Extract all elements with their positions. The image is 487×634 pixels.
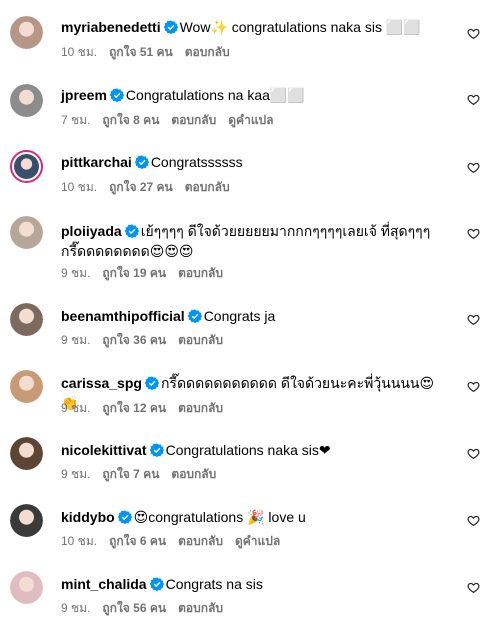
comment-body: Congratulations na kaa⬜⬜ [125,87,305,103]
reply-button[interactable]: ตอบกลับ [185,180,230,194]
reply-button[interactable]: ตอบกลับ [178,601,223,615]
comment-meta: 9 ชม. ถูกใจ 12 คน ตอบกลับ [61,400,235,416]
comment-text: mint_chalida Congrats na sis [61,574,451,594]
verified-badge-icon [163,20,178,34]
comment-body: Congrats ja [203,308,276,324]
like-heart-icon[interactable] [467,380,480,393]
comment-time: 9 ชม. [61,467,91,481]
comment-time: 10 ชม. [61,534,98,548]
like-heart-icon[interactable] [467,447,480,460]
comment-text: pittkarchai Congratssssss [61,152,451,172]
likes-count[interactable]: ถูกใจ 6 คน [109,534,166,548]
comment-text: beenamthipofficial Congrats ja [61,306,451,326]
reply-button[interactable]: ตอบกลับ [178,333,223,347]
verified-badge-icon [187,309,202,323]
verified-badge-icon [144,376,159,390]
comment-time: 10 ชม. [61,45,98,59]
comment-username[interactable]: mint_chalida [61,576,147,592]
avatar[interactable] [10,437,43,470]
see-translation-button[interactable]: ดูคำแปล [228,113,273,127]
verified-badge-icon [134,155,149,169]
comment-text: nicolekittivat Congratulations naka sis❤ [61,440,451,460]
comment-meta: 10 ชม. ถูกใจ 6 คน ตอบกลับ ดูคำแปล [61,533,292,549]
comment-username[interactable]: myriabenedetti [61,19,161,35]
comment-text: jpreem Congratulations na kaa⬜⬜ [61,85,451,105]
like-heart-icon[interactable] [467,27,480,40]
comment-text: myriabenedetti Wow✨ congratulations naka … [61,17,451,37]
verified-badge-icon [117,510,132,524]
comment-body: 😍congratulations 🎉 love u [133,509,306,525]
likes-count[interactable]: ถูกใจ 36 คน [102,333,166,347]
avatar[interactable] [10,303,43,336]
like-heart-icon[interactable] [467,514,480,527]
comment-body: Congrats na sis [165,576,263,592]
likes-count[interactable]: ถูกใจ 12 คน [102,401,166,415]
see-translation-button[interactable]: ดูคำแปล [235,534,280,548]
avatar[interactable] [10,571,43,604]
comment-body: Congratulations naka sis❤ [165,442,331,458]
avatar[interactable] [10,370,43,403]
comment-meta: 9 ชม. ถูกใจ 19 คน ตอบกลับ [61,265,235,281]
reply-button[interactable]: ตอบกลับ [178,266,223,280]
likes-count[interactable]: ถูกใจ 56 คน [102,601,166,615]
comment-meta: 10 ชม. ถูกใจ 27 คน ตอบกลับ [61,179,242,195]
verified-badge-icon [149,577,164,591]
comment-time: 9 ชม. [61,333,91,347]
comment-text: ploiiyada เย้ๆๆๆๆ ดีใจด้วยยยยยมากกกๆๆๆๆเล… [61,221,451,261]
comment-username[interactable]: jpreem [61,87,107,103]
like-heart-icon[interactable] [467,313,480,326]
comment-body: Wow✨ congratulations naka sis ⬜⬜ [179,19,421,35]
like-heart-icon[interactable] [467,227,480,240]
reply-button[interactable]: ตอบกลับ [178,401,223,415]
comment-text: kiddybo 😍congratulations 🎉 love u [61,507,451,527]
reply-button[interactable]: ตอบกลับ [171,113,216,127]
comment-meta: 7 ชม. ถูกใจ 8 คน ตอบกลับ ดูคำแปล [61,112,286,128]
reply-button[interactable]: ตอบกลับ [178,534,223,548]
comment-username[interactable]: pittkarchai [61,154,132,170]
comment-username[interactable]: beenamthipofficial [61,308,185,324]
reply-button[interactable]: ตอบกลับ [185,45,230,59]
avatar[interactable] [10,504,43,537]
comment-username[interactable]: ploiiyada [61,223,122,239]
likes-count[interactable]: ถูกใจ 51 คน [109,45,173,59]
avatar[interactable] [10,150,43,183]
reply-button[interactable]: ตอบกลับ [171,467,216,481]
likes-count[interactable]: ถูกใจ 7 คน [102,467,159,481]
like-heart-icon[interactable] [467,161,480,174]
comment-time: 9 ชม. [61,266,91,280]
comment-username[interactable]: carissa_spg [61,375,142,391]
comment-time: 9 ชม. [61,401,91,415]
likes-count[interactable]: ถูกใจ 19 คน [102,266,166,280]
like-heart-icon[interactable] [467,581,480,594]
comment-meta: 9 ชม. ถูกใจ 56 คน ตอบกลับ [61,600,235,616]
comment-meta: 9 ชม. ถูกใจ 7 คน ตอบกลับ [61,466,228,482]
comment-meta: 10 ชม. ถูกใจ 51 คน ตอบกลับ [61,44,242,60]
comment-time: 9 ชม. [61,601,91,615]
like-heart-icon[interactable] [467,93,480,106]
verified-badge-icon [109,88,124,102]
avatar[interactable] [10,216,43,249]
comment-username[interactable]: kiddybo [61,509,115,525]
likes-count[interactable]: ถูกใจ 27 คน [109,180,173,194]
avatar[interactable] [10,16,43,49]
comment-body: Congratssssss [150,154,243,170]
comment-username[interactable]: nicolekittivat [61,442,147,458]
comment-time: 10 ชม. [61,180,98,194]
verified-badge-icon [149,443,164,457]
verified-badge-icon [124,224,139,238]
comment-time: 7 ชม. [61,113,91,127]
avatar[interactable] [10,84,43,117]
comment-meta: 9 ชม. ถูกใจ 36 คน ตอบกลับ [61,332,235,348]
likes-count[interactable]: ถูกใจ 8 คน [102,113,159,127]
